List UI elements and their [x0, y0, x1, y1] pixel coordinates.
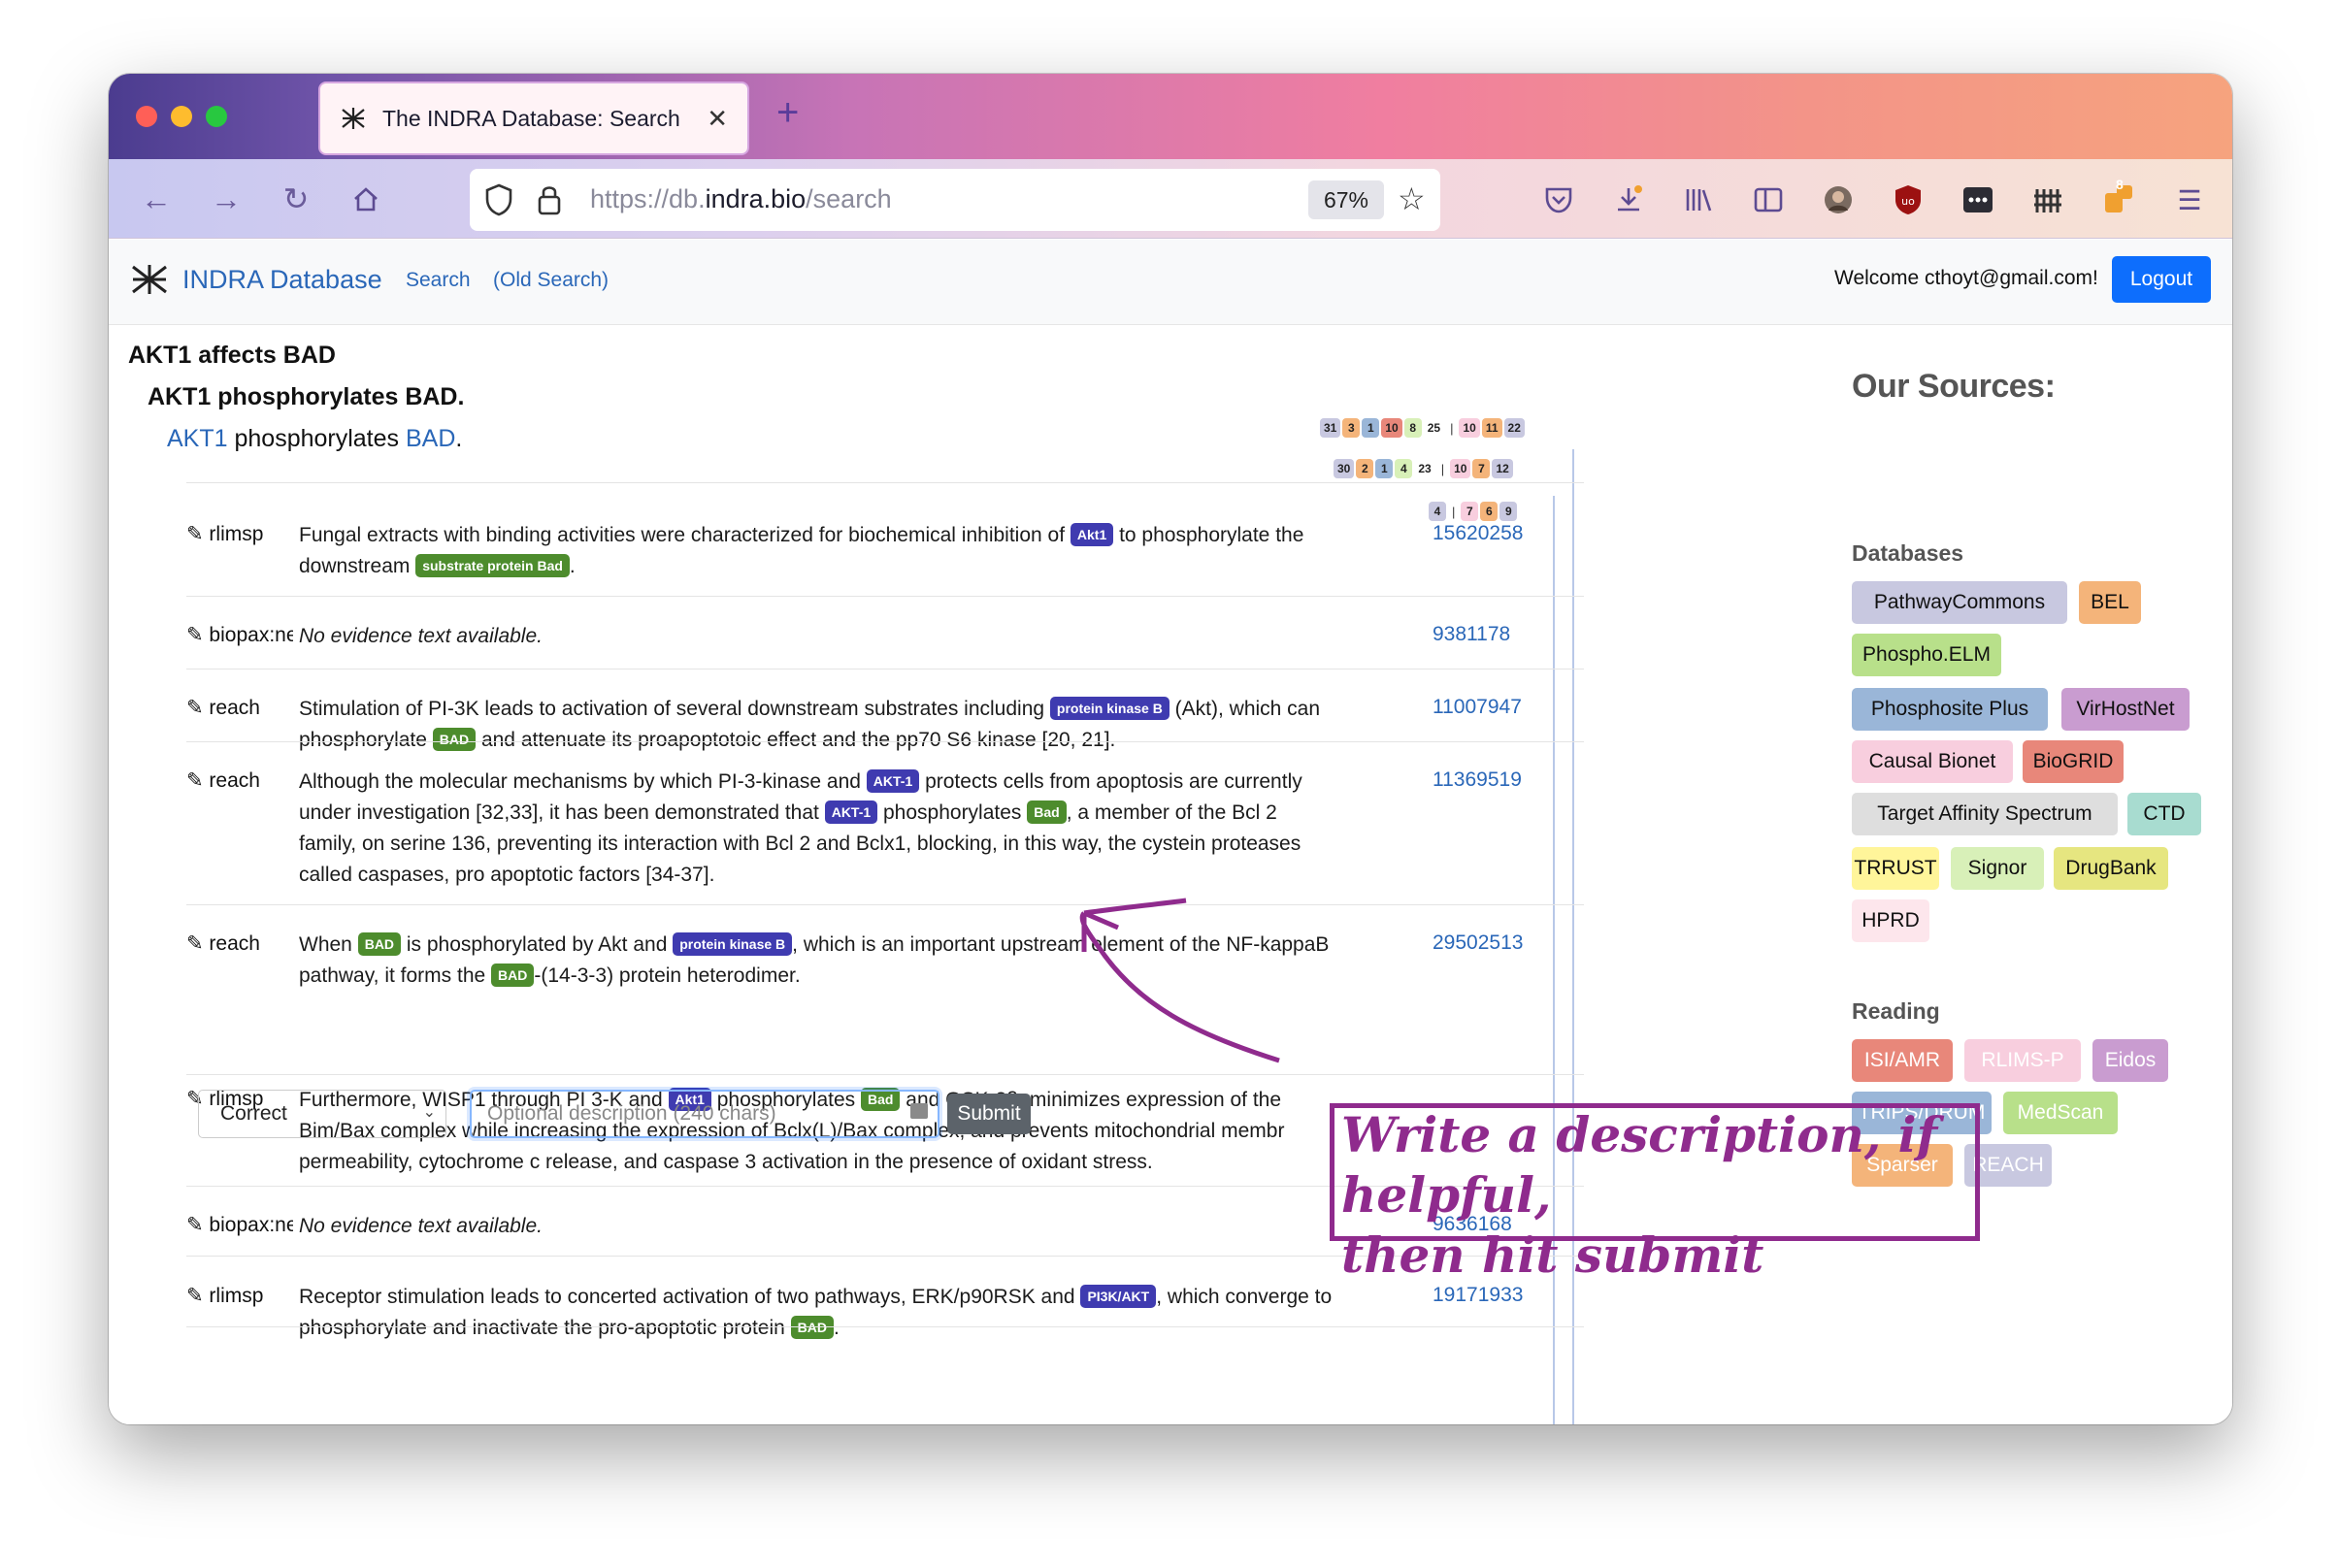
browser-window: The INDRA Database: Search ✕ + ← → ↻ htt… [109, 74, 2232, 1424]
annotation-text: Write a description, if helpful, then hi… [1341, 1106, 1938, 1284]
